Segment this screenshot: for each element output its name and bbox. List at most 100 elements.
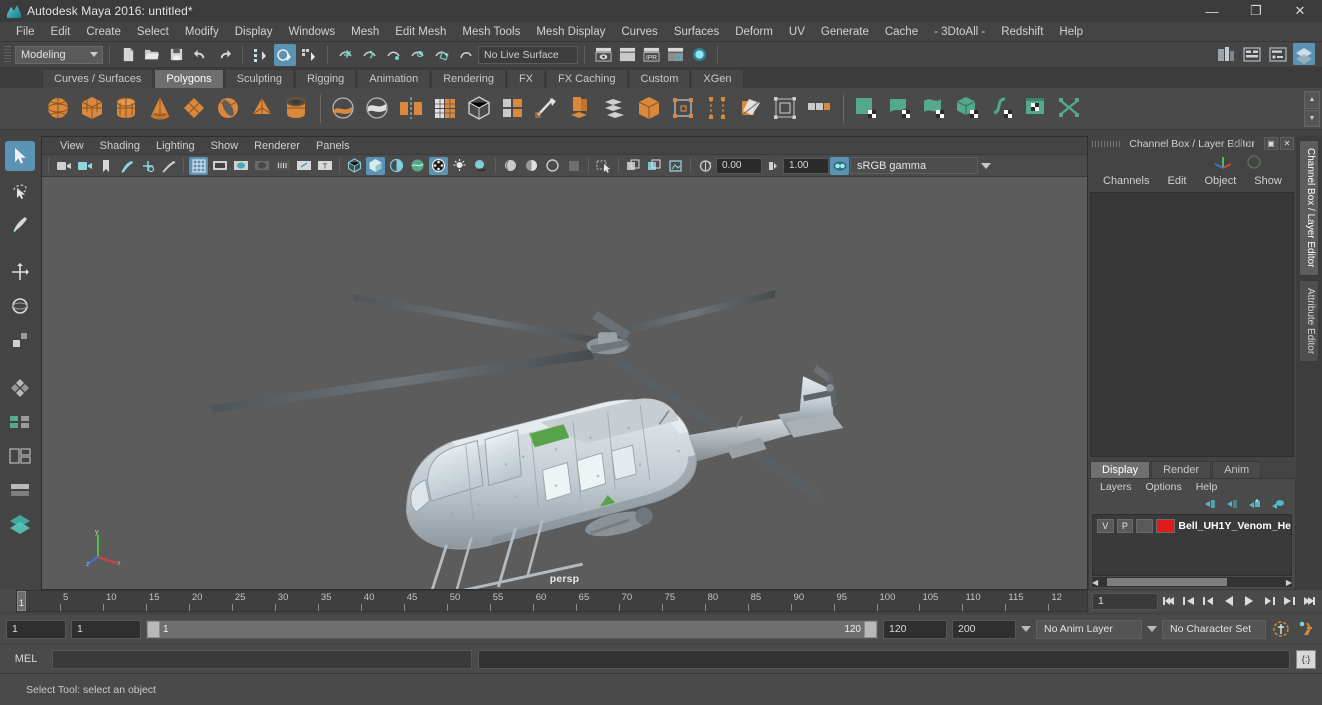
snap-to-curve-icon[interactable] bbox=[359, 44, 381, 66]
scroll-right-icon[interactable]: ▶ bbox=[1286, 578, 1292, 587]
show-hide-modeling-toolkit-icon[interactable] bbox=[1215, 43, 1237, 65]
shelf-tab-sculpting[interactable]: Sculpting bbox=[224, 69, 294, 88]
viewport-menu-show[interactable]: Show bbox=[203, 140, 247, 152]
range-slider-left-handle[interactable] bbox=[147, 620, 160, 638]
toolbar-gripper[interactable] bbox=[4, 45, 11, 64]
current-time-indicator[interactable]: 1 bbox=[17, 591, 26, 611]
step-back-key-icon[interactable] bbox=[1180, 592, 1198, 610]
new-scene-icon[interactable] bbox=[117, 44, 139, 66]
command-input-field[interactable] bbox=[52, 649, 472, 669]
layout-hypershade[interactable] bbox=[5, 509, 35, 539]
viewport-menu-panels[interactable]: Panels bbox=[308, 140, 358, 152]
menu-item-file[interactable]: File bbox=[8, 22, 43, 42]
xray-joints-icon[interactable] bbox=[543, 157, 562, 175]
chevron-down-icon[interactable] bbox=[1147, 626, 1157, 632]
bevel-icon[interactable] bbox=[533, 93, 563, 125]
transfer-attributes-icon[interactable] bbox=[703, 93, 733, 125]
use-default-lighting-icon[interactable] bbox=[429, 156, 448, 175]
combine-icon[interactable] bbox=[431, 93, 461, 125]
paint-select-tool[interactable] bbox=[5, 209, 35, 239]
smooth-proxy-icon[interactable] bbox=[363, 93, 393, 125]
new-layer-from-selected-icon[interactable] bbox=[1270, 498, 1285, 510]
gamma-icon[interactable] bbox=[763, 157, 782, 175]
live-surface-field[interactable]: No Live Surface bbox=[478, 45, 578, 64]
channel-box-menu-edit[interactable]: Edit bbox=[1158, 175, 1195, 187]
move-layer-down-icon[interactable] bbox=[1225, 498, 1239, 510]
animation-end-field[interactable]: 200 bbox=[952, 619, 1016, 639]
append-polygon-icon[interactable] bbox=[635, 93, 665, 125]
menu-item-mesh-display[interactable]: Mesh Display bbox=[528, 22, 613, 42]
step-back-frame-icon[interactable] bbox=[1200, 592, 1218, 610]
isolate-select-icon[interactable] bbox=[501, 157, 520, 175]
select-camera-icon[interactable] bbox=[54, 157, 73, 175]
shelf-tab-rendering[interactable]: Rendering bbox=[431, 69, 506, 88]
panel-snapshot-icon[interactable] bbox=[666, 157, 685, 175]
menu-item-cache[interactable]: Cache bbox=[877, 22, 926, 42]
go-to-start-icon[interactable] bbox=[1160, 592, 1178, 610]
shelf-scroll-buttons[interactable]: ▲ ▼ bbox=[1304, 91, 1320, 127]
go-to-end-icon[interactable] bbox=[1300, 592, 1318, 610]
uv-unfold-icon[interactable] bbox=[886, 93, 916, 125]
uv-smooth-icon[interactable] bbox=[988, 93, 1018, 125]
uv-cylindrical-icon[interactable] bbox=[771, 93, 801, 125]
new-layer-icon[interactable] bbox=[1247, 498, 1262, 510]
smooth-shade-all-icon[interactable] bbox=[366, 156, 385, 175]
ipr-render-icon[interactable]: IPR bbox=[640, 44, 662, 66]
undock-icon[interactable]: ▣ bbox=[1264, 137, 1278, 150]
play-backwards-icon[interactable] bbox=[1220, 592, 1238, 610]
layer-color-swatch[interactable] bbox=[1155, 519, 1176, 533]
layout-four-view[interactable] bbox=[5, 373, 35, 403]
chevron-down-icon[interactable] bbox=[1021, 626, 1031, 632]
uv-cube-icon[interactable] bbox=[954, 93, 984, 125]
viewport-menu-lighting[interactable]: Lighting bbox=[148, 140, 203, 152]
bookmark-icon[interactable] bbox=[96, 157, 115, 175]
polygon-torus-icon[interactable] bbox=[214, 93, 244, 125]
shelf-tab-polygons[interactable]: Polygons bbox=[154, 69, 224, 88]
play-forwards-icon[interactable] bbox=[1240, 592, 1258, 610]
sculpt-geometry-icon[interactable] bbox=[329, 93, 359, 125]
step-forward-key-icon[interactable] bbox=[1280, 592, 1298, 610]
polygon-plane-icon[interactable] bbox=[180, 93, 210, 125]
script-editor-icon[interactable]: {:} bbox=[1296, 649, 1316, 669]
viewport-menu-view[interactable]: View bbox=[52, 140, 92, 152]
safe-action-icon[interactable] bbox=[294, 157, 313, 175]
gate-mask-icon[interactable] bbox=[252, 157, 271, 175]
scale-tool[interactable] bbox=[5, 325, 35, 355]
range-slider-right-handle[interactable] bbox=[864, 620, 877, 638]
shadows-icon[interactable] bbox=[471, 157, 490, 175]
shelf-tab-animation[interactable]: Animation bbox=[357, 69, 431, 88]
layer-tab-display[interactable]: Display bbox=[1090, 461, 1151, 478]
resolution-gate-icon[interactable] bbox=[231, 157, 250, 175]
channel-box-content[interactable] bbox=[1090, 192, 1294, 457]
film-origin-icon[interactable] bbox=[273, 157, 292, 175]
grease-pencil-icon[interactable] bbox=[159, 157, 178, 175]
menu-item-help[interactable]: Help bbox=[1051, 22, 1091, 42]
smooth-icon[interactable] bbox=[465, 93, 495, 125]
two-d-pan-zoom-icon[interactable] bbox=[138, 157, 157, 175]
menu-item-3dtoall[interactable]: - 3DtoAll - bbox=[926, 22, 993, 42]
layer-list[interactable]: V P Bell_UH1Y_Venom_Hel bbox=[1092, 514, 1292, 576]
redo-render-icon[interactable] bbox=[616, 44, 638, 66]
minimize-button[interactable]: — bbox=[1190, 0, 1234, 22]
viewport-menu-renderer[interactable]: Renderer bbox=[246, 140, 308, 152]
layer-menu-options[interactable]: Options bbox=[1139, 481, 1189, 493]
uv-planar-icon[interactable] bbox=[737, 93, 767, 125]
select-by-component-type-icon[interactable] bbox=[298, 44, 320, 66]
gamma-field[interactable]: 1.00 bbox=[783, 157, 829, 174]
anim-layer-field[interactable]: No Anim Layer bbox=[1036, 619, 1142, 639]
polygon-sphere-icon[interactable] bbox=[44, 93, 74, 125]
time-slider-track[interactable]: 1 5 10 15 20 25 30 35 40 45 50 55 60 65 70 75 80 85 90 95 1… bbox=[16, 590, 1088, 612]
panel-copy-icon[interactable] bbox=[645, 157, 664, 175]
polygon-cylinder-icon[interactable] bbox=[112, 93, 142, 125]
uv-editor-icon[interactable] bbox=[1022, 93, 1052, 125]
snap-to-point-icon[interactable] bbox=[383, 44, 405, 66]
shelf-tab-rigging[interactable]: Rigging bbox=[294, 69, 357, 88]
bridge-icon[interactable] bbox=[567, 93, 597, 125]
shelf-tab-custom[interactable]: Custom bbox=[628, 69, 691, 88]
animation-preferences-icon[interactable] bbox=[1296, 619, 1316, 639]
exposure-icon[interactable] bbox=[696, 157, 715, 175]
exposure-field[interactable]: 0.00 bbox=[716, 157, 762, 174]
render-current-frame-icon[interactable] bbox=[592, 44, 614, 66]
layer-tab-anim[interactable]: Anim bbox=[1212, 461, 1262, 478]
camera-attributes-icon[interactable] bbox=[75, 157, 94, 175]
